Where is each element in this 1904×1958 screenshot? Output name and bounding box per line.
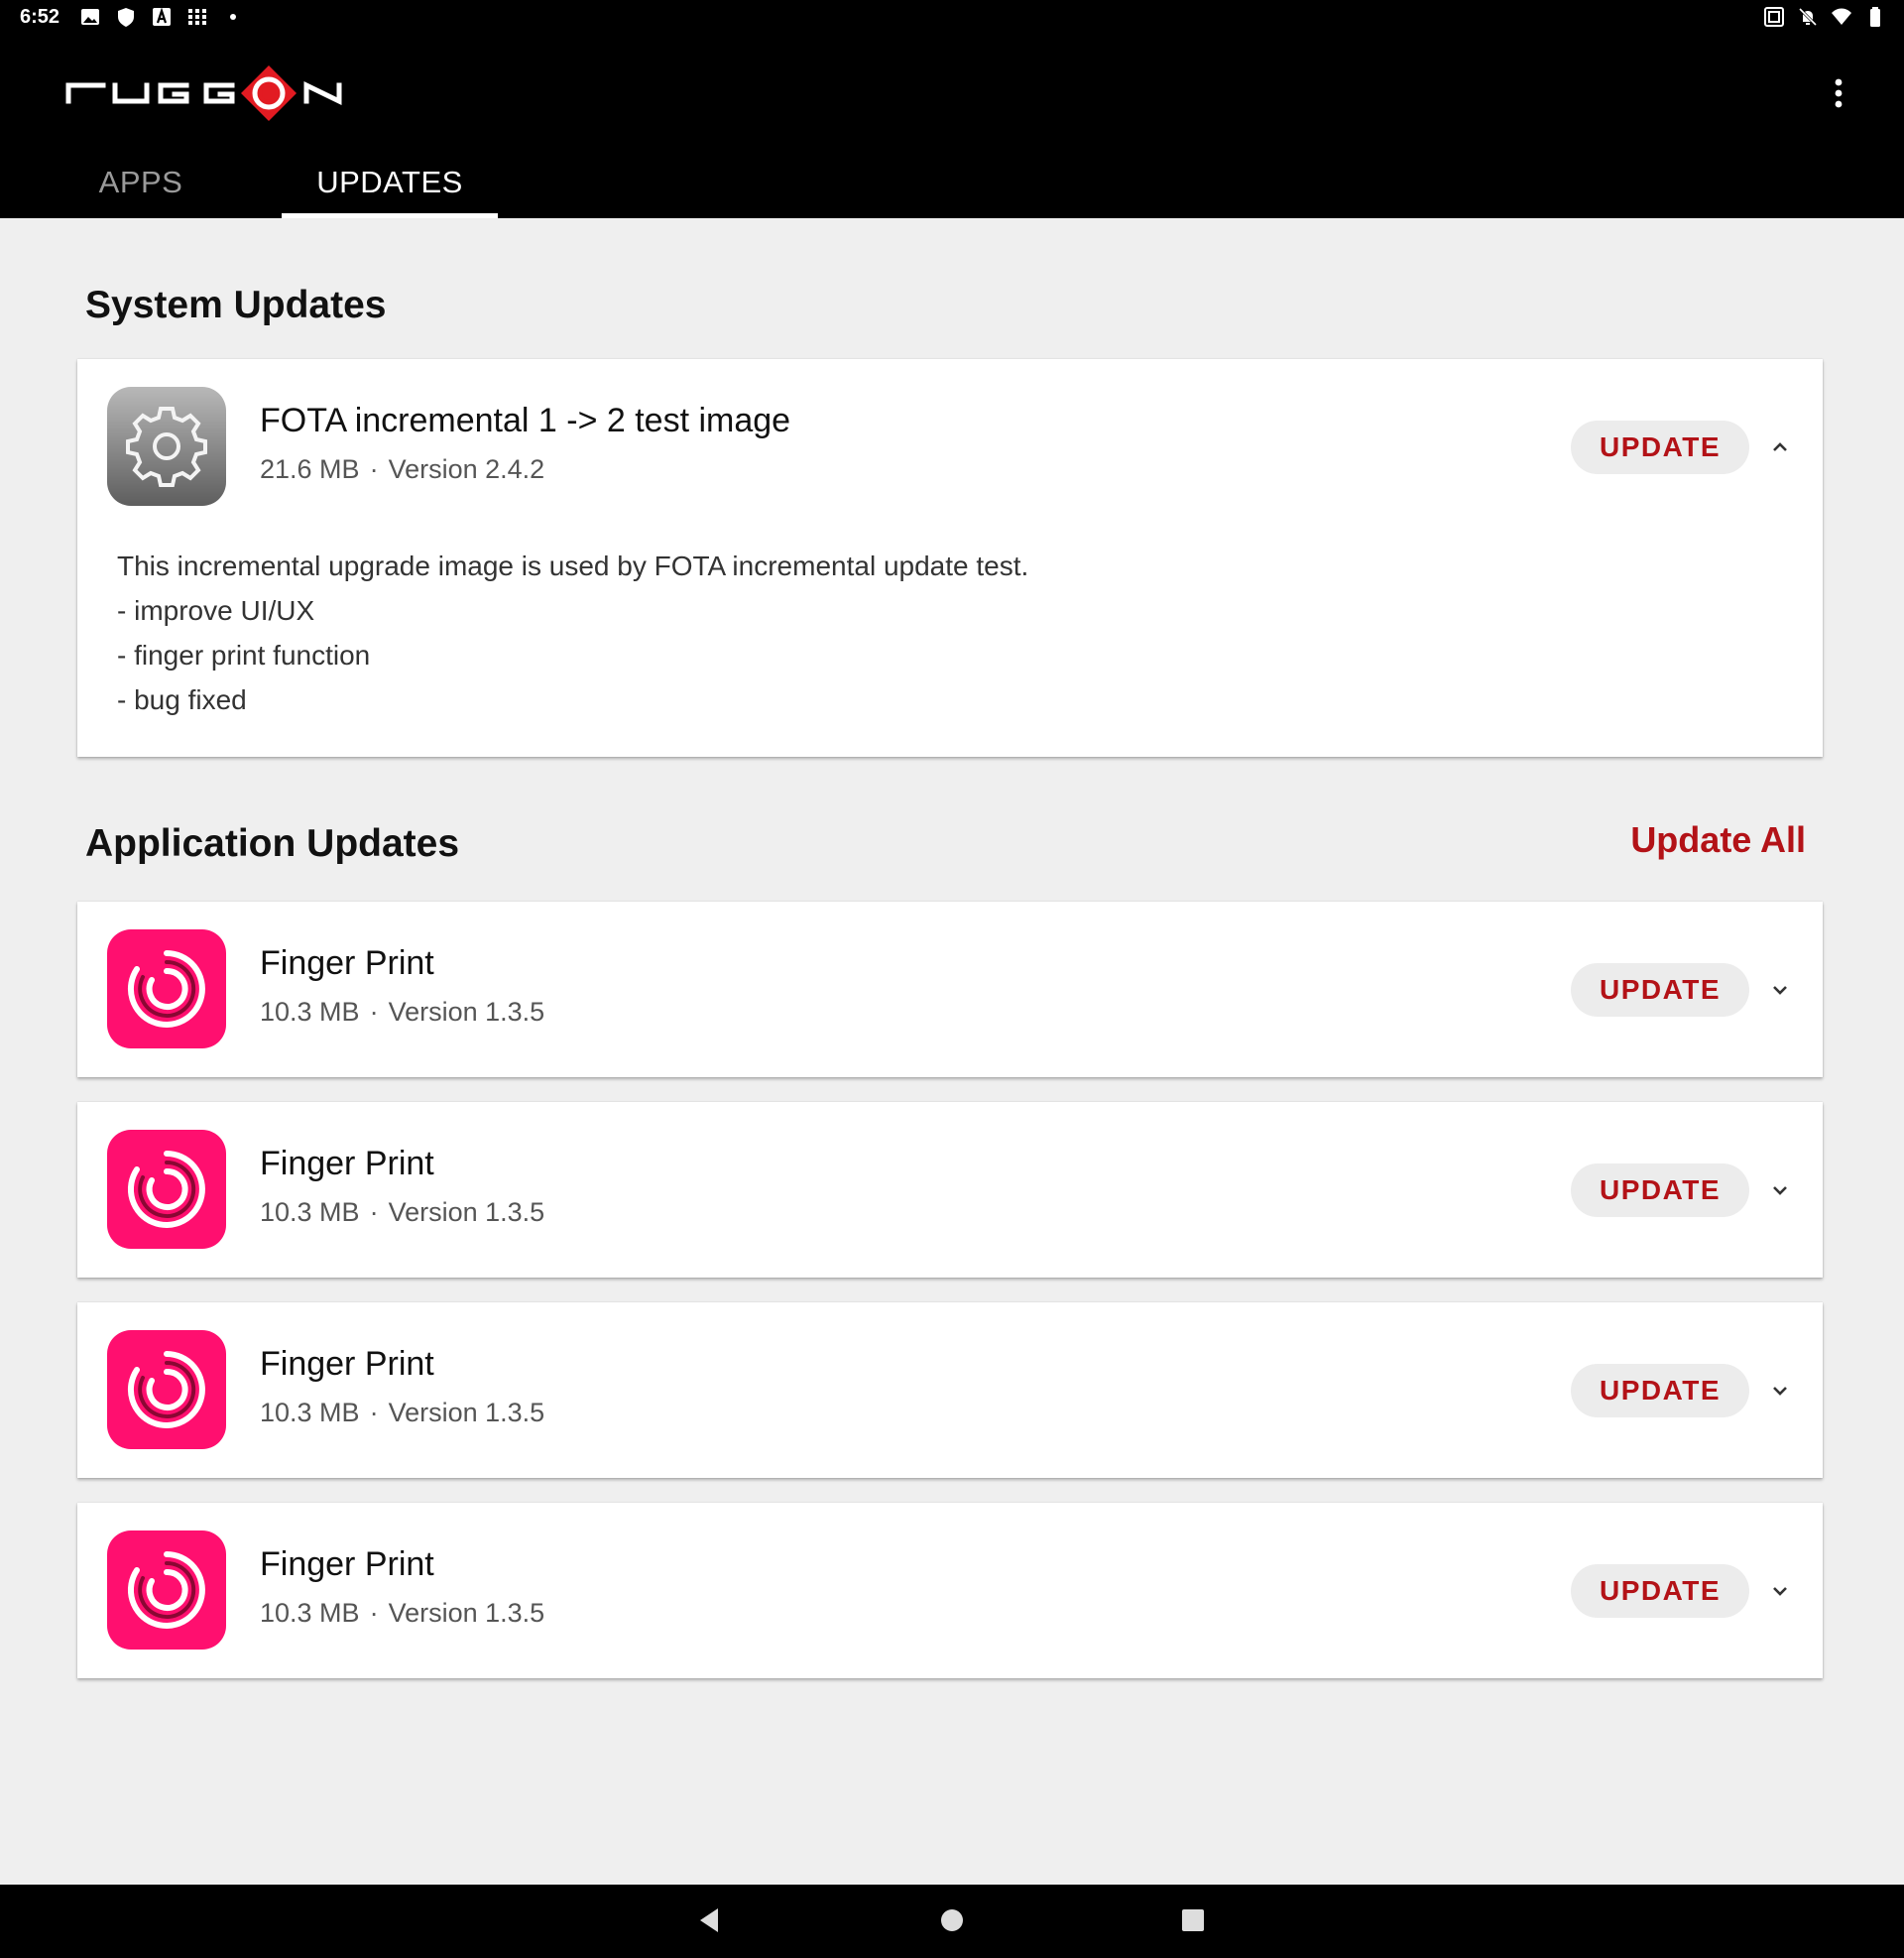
meta-separator: ·	[369, 454, 379, 484]
home-button[interactable]	[932, 1900, 972, 1940]
app-update-name: Finger Print	[260, 1345, 434, 1383]
app-update-card[interactable]: Finger Print 10.3 MB · Version 1.3.5 UPDAT…	[77, 1302, 1823, 1478]
meta-separator: ·	[369, 1598, 379, 1628]
update-all-button[interactable]: Update All	[1630, 819, 1806, 861]
app-update-version: Version 1.3.5	[388, 1598, 545, 1628]
meta-separator: ·	[369, 1197, 379, 1227]
app-update-button[interactable]: UPDATE	[1571, 1163, 1749, 1217]
recents-button[interactable]	[1173, 1900, 1213, 1940]
app-update-version: Version 1.3.5	[388, 1197, 545, 1227]
tab-apps-label: APPS	[98, 165, 183, 199]
description-line: - bug fixed	[117, 684, 247, 715]
description-line: This incremental upgrade image is used b…	[117, 551, 1029, 581]
system-updates-title: System Updates	[85, 284, 387, 326]
expand-button[interactable]	[1767, 1578, 1793, 1604]
dot-icon	[222, 6, 244, 28]
chevron-down-icon	[1773, 986, 1787, 995]
chevron-down-icon	[1773, 1186, 1787, 1195]
expand-button[interactable]	[1767, 977, 1793, 1003]
app-update-version: Version 1.3.5	[388, 997, 545, 1027]
status-bar: 6:52	[0, 0, 1904, 36]
finger-print-app-icon	[107, 1130, 226, 1249]
home-icon	[941, 1909, 963, 1931]
recents-icon	[1182, 1909, 1204, 1931]
app-update-card[interactable]: Finger Print 10.3 MB · Version 1.3.5 UPDAT…	[77, 902, 1823, 1077]
expand-button[interactable]	[1767, 1378, 1793, 1404]
app-update-name: Finger Print	[260, 1145, 434, 1182]
tab-apps[interactable]: APPS	[0, 147, 282, 218]
app-update-meta: 10.3 MB · Version 1.3.5	[260, 1598, 544, 1629]
more-options-button[interactable]	[1817, 65, 1860, 121]
system-update-description: This incremental upgrade image is used b…	[117, 544, 1028, 722]
app-update-size: 10.3 MB	[260, 997, 360, 1027]
back-button[interactable]	[690, 1900, 730, 1940]
ruggon-logo	[65, 63, 349, 123]
meta-separator: ·	[369, 997, 379, 1027]
app-update-size: 10.3 MB	[260, 1197, 360, 1227]
wifi-icon	[1831, 6, 1852, 28]
tab-updates-label: UPDATES	[316, 165, 463, 199]
description-line: - finger print function	[117, 640, 371, 671]
chevron-up-icon	[1773, 442, 1787, 451]
app-update-size: 10.3 MB	[260, 1598, 360, 1628]
system-update-name: FOTA incremental 1 -> 2 test image	[260, 402, 791, 439]
app-update-meta: 10.3 MB · Version 1.3.5	[260, 997, 544, 1028]
status-time: 6:52	[20, 6, 60, 28]
bell-off-icon	[1797, 6, 1819, 28]
app-update-meta: 10.3 MB · Version 1.3.5	[260, 1398, 544, 1428]
settings-gear-app-icon	[107, 387, 226, 506]
shield-icon	[115, 6, 137, 28]
status-icons-right	[1763, 6, 1886, 28]
navigation-bar	[0, 1885, 1904, 1958]
finger-print-app-icon	[107, 1330, 226, 1449]
expand-button[interactable]	[1767, 1177, 1793, 1203]
app-update-size: 10.3 MB	[260, 1398, 360, 1427]
more-vert-icon	[1835, 78, 1843, 108]
system-update-card[interactable]: FOTA incremental 1 -> 2 test image 21.6 …	[77, 359, 1823, 757]
chevron-down-icon	[1773, 1387, 1787, 1396]
description-line: - improve UI/UX	[117, 595, 315, 626]
battery-icon	[1864, 6, 1886, 28]
finger-print-app-icon	[107, 929, 226, 1048]
a-box-icon	[151, 6, 173, 28]
collapse-button[interactable]	[1767, 434, 1793, 460]
app-update-card[interactable]: Finger Print 10.3 MB · Version 1.3.5 UPDAT…	[77, 1102, 1823, 1278]
nfc-icon	[1763, 6, 1785, 28]
image-icon	[79, 6, 101, 28]
app-update-name: Finger Print	[260, 944, 434, 982]
system-update-button[interactable]: UPDATE	[1571, 421, 1749, 474]
system-update-meta: 21.6 MB · Version 2.4.2	[260, 454, 544, 485]
app-update-button[interactable]: UPDATE	[1571, 1364, 1749, 1417]
grid-icon	[186, 6, 208, 28]
tab-selected-indicator	[282, 213, 498, 218]
meta-separator: ·	[369, 1398, 379, 1427]
app-bar: APPS UPDATES	[0, 36, 1904, 218]
tab-updates[interactable]: UPDATES	[282, 147, 498, 218]
app-update-button[interactable]: UPDATE	[1571, 963, 1749, 1017]
app-update-version: Version 1.3.5	[388, 1398, 545, 1427]
system-update-version: Version 2.4.2	[388, 454, 545, 484]
back-icon	[700, 1908, 718, 1932]
app-update-name: Finger Print	[260, 1545, 434, 1583]
system-update-size: 21.6 MB	[260, 454, 360, 484]
application-updates-title: Application Updates	[85, 822, 460, 865]
app-update-button[interactable]: UPDATE	[1571, 1564, 1749, 1618]
app-update-meta: 10.3 MB · Version 1.3.5	[260, 1197, 544, 1228]
status-icons-left	[79, 6, 244, 28]
chevron-down-icon	[1773, 1587, 1787, 1596]
tab-bar: APPS UPDATES	[0, 147, 498, 218]
app-update-card[interactable]: Finger Print 10.3 MB · Version 1.3.5 UPDAT…	[77, 1503, 1823, 1678]
finger-print-app-icon	[107, 1530, 226, 1650]
